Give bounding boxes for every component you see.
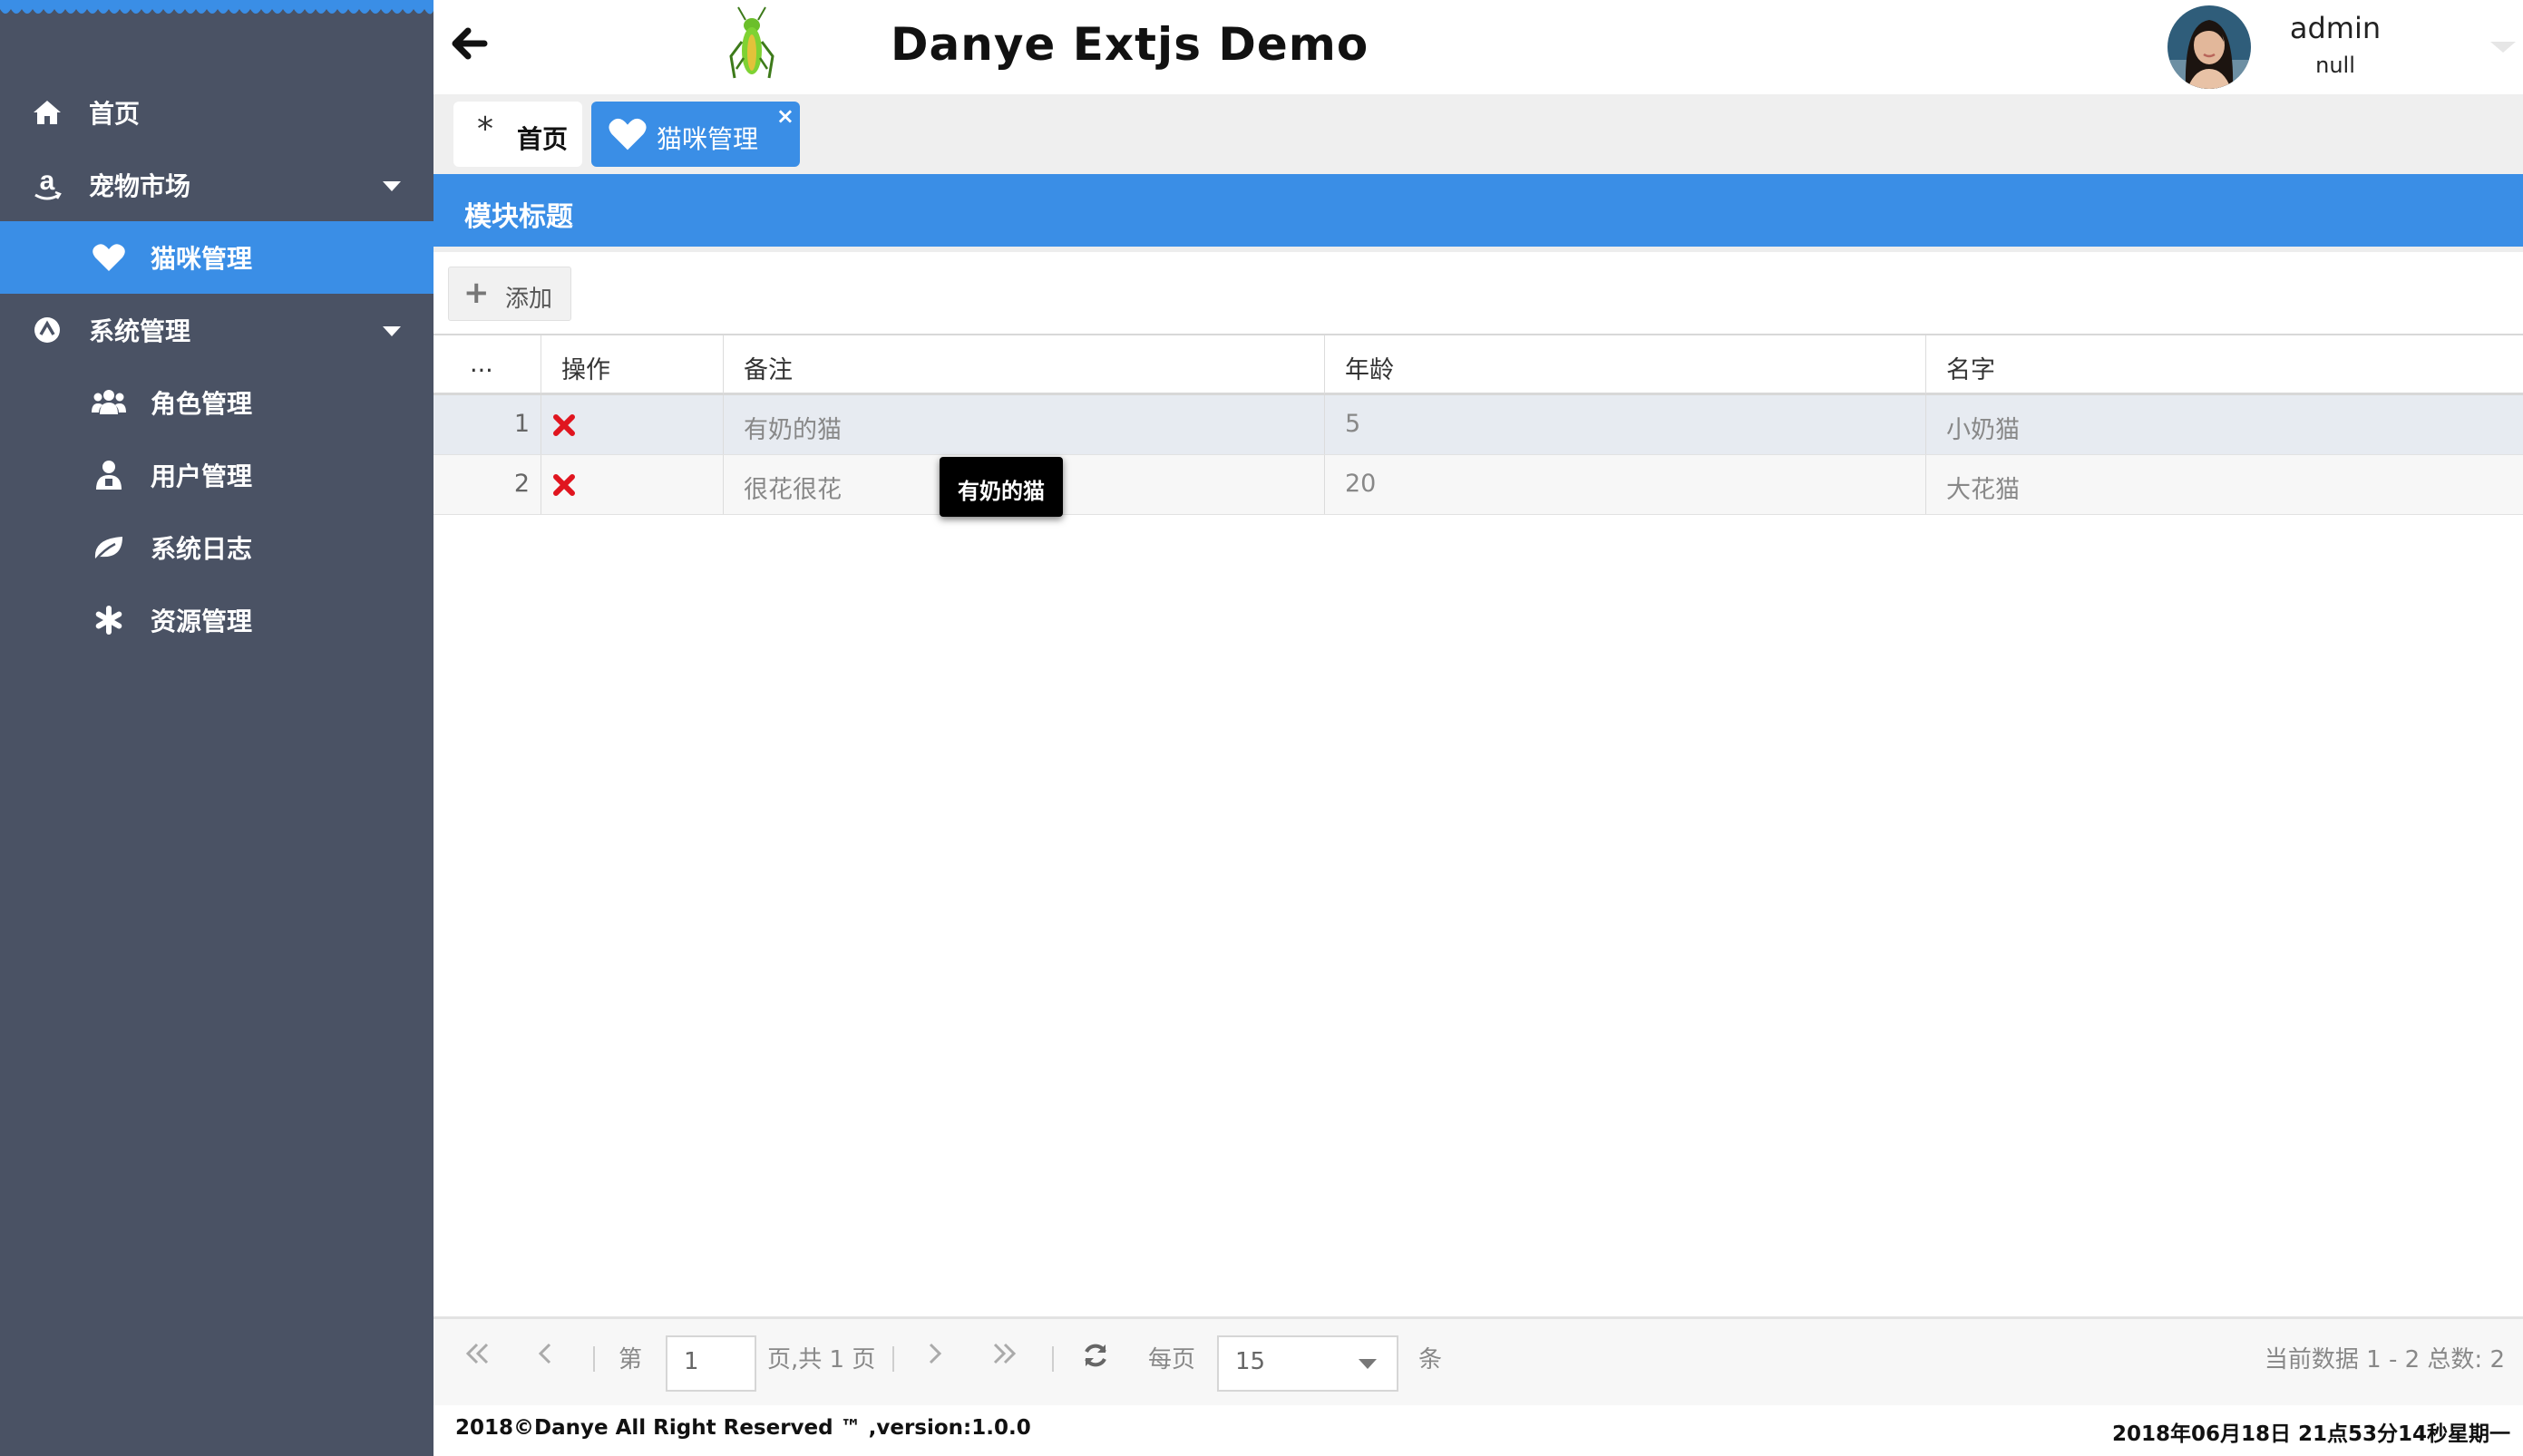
sidebar-item-role-management[interactable]: 角色管理 bbox=[0, 366, 433, 439]
chevron-down-icon[interactable] bbox=[2490, 42, 2516, 53]
users-icon bbox=[91, 384, 127, 421]
app-title: Danye Extjs Demo bbox=[891, 18, 1369, 71]
system-icon bbox=[29, 312, 65, 348]
add-button-label: 添加 bbox=[505, 286, 553, 313]
cell-name: 小奶猫 bbox=[1946, 416, 2020, 444]
datetime-text: 2018年06月18日 21点53分14秒星期一 bbox=[2111, 1422, 2510, 1446]
column-header-age[interactable]: 年龄 bbox=[1325, 335, 1926, 393]
grid-toolbar: + 添加 bbox=[433, 247, 2523, 334]
sidebar-item-system-log[interactable]: 系统日志 bbox=[0, 511, 433, 584]
sidebar-wave-decoration bbox=[0, 0, 433, 15]
leaf-icon bbox=[91, 529, 127, 566]
heart-icon bbox=[91, 239, 127, 276]
action-cell bbox=[541, 455, 724, 514]
cell-tooltip: 有奶的猫 bbox=[940, 457, 1063, 517]
table-row[interactable]: 2 很花很花 20 大花猫 bbox=[433, 455, 2523, 515]
sidebar-item-label: 系统日志 bbox=[151, 534, 253, 564]
sidebar-item-label: 宠物市场 bbox=[89, 171, 191, 201]
add-button[interactable]: + 添加 bbox=[448, 267, 571, 321]
sidebar-item-label: 猫咪管理 bbox=[151, 244, 253, 274]
sidebar-item-system-management[interactable]: 系统管理 bbox=[0, 294, 433, 366]
per-page-unit: 条 bbox=[1418, 1346, 1443, 1373]
sidebar-item-cat-management[interactable]: 猫咪管理 bbox=[0, 221, 433, 294]
action-cell bbox=[541, 395, 724, 454]
user-name[interactable]: admin bbox=[2265, 11, 2405, 45]
cell-age: 20 bbox=[1325, 455, 1926, 514]
delete-icon[interactable] bbox=[552, 413, 576, 437]
asterisk-icon bbox=[91, 602, 127, 638]
copyright-text: 2018©Danye All Right Reserved ™ ,version… bbox=[455, 1416, 1031, 1440]
column-header-actions[interactable]: 操作 bbox=[541, 335, 724, 393]
amazon-icon: a bbox=[29, 167, 65, 203]
user-avatar[interactable] bbox=[2167, 5, 2251, 89]
close-icon[interactable]: × bbox=[776, 103, 794, 129]
paging-toolbar: 第 1 页,共 1 页 每页 15 条 当前数据 1 - 2 总数: 2 bbox=[433, 1316, 2523, 1405]
top-header: Danye Extjs Demo admin null bbox=[433, 0, 2523, 94]
tab-label: 猫咪管理 bbox=[657, 124, 759, 154]
column-header-name[interactable]: 名字 bbox=[1926, 335, 2523, 393]
asterisk-icon: * bbox=[477, 111, 493, 148]
prev-page-icon[interactable] bbox=[535, 1339, 557, 1374]
tab-bar: * 首页 猫咪管理 × bbox=[433, 94, 2523, 174]
sidebar-item-home[interactable]: 首页 bbox=[0, 76, 433, 149]
row-index: 2 bbox=[433, 455, 541, 514]
back-arrow-icon[interactable] bbox=[452, 25, 492, 65]
tab-label: 首页 bbox=[517, 124, 569, 154]
cell-remark: 有奶的猫 bbox=[724, 395, 1325, 454]
page-prefix: 第 bbox=[619, 1346, 643, 1373]
separator bbox=[892, 1346, 894, 1372]
column-header-remark[interactable]: 备注 bbox=[724, 335, 1325, 393]
per-page-select[interactable]: 15 bbox=[1217, 1335, 1398, 1392]
chevron-down-icon bbox=[1359, 1359, 1377, 1369]
heart-icon bbox=[608, 116, 648, 152]
sidebar-item-resource-management[interactable]: 资源管理 bbox=[0, 584, 433, 656]
user-icon bbox=[91, 457, 127, 493]
page-number-input[interactable]: 1 bbox=[666, 1335, 756, 1392]
separator bbox=[1052, 1346, 1054, 1372]
sidebar-item-label: 用户管理 bbox=[151, 461, 253, 491]
footer: 2018©Danye All Right Reserved ™ ,version… bbox=[433, 1405, 2523, 1456]
cell-age: 5 bbox=[1325, 395, 1926, 454]
sidebar-item-label: 资源管理 bbox=[151, 607, 253, 636]
svg-text:a: a bbox=[40, 168, 55, 196]
last-page-icon[interactable] bbox=[990, 1339, 1019, 1374]
sidebar-item-label: 系统管理 bbox=[89, 316, 191, 346]
column-header-index[interactable]: ... bbox=[433, 335, 541, 393]
sidebar-item-pet-market[interactable]: a 宠物市场 bbox=[0, 149, 433, 221]
plus-icon: + bbox=[463, 275, 490, 311]
next-page-icon[interactable] bbox=[923, 1339, 945, 1374]
chevron-down-icon bbox=[383, 326, 401, 336]
refresh-icon[interactable] bbox=[1081, 1341, 1110, 1376]
chevron-down-icon bbox=[383, 181, 401, 191]
table-row[interactable]: 1 有奶的猫 5 小奶猫 bbox=[433, 395, 2523, 455]
grasshopper-logo bbox=[726, 5, 778, 87]
sidebar-item-user-management[interactable]: 用户管理 bbox=[0, 439, 433, 511]
delete-icon[interactable] bbox=[552, 473, 576, 497]
row-index: 1 bbox=[433, 395, 541, 454]
grid-header: ... 操作 备注 年龄 名字 bbox=[433, 334, 2523, 395]
home-icon bbox=[29, 94, 65, 131]
sidebar-item-label: 首页 bbox=[89, 99, 141, 129]
panel-title: 模块标题 bbox=[433, 174, 2523, 247]
page-suffix: 页,共 1 页 bbox=[767, 1346, 876, 1373]
per-page-value: 15 bbox=[1235, 1348, 1266, 1375]
cell-name: 大花猫 bbox=[1946, 476, 2020, 504]
separator bbox=[593, 1346, 595, 1372]
per-page-label: 每页 bbox=[1148, 1346, 1196, 1373]
tab-cat-management[interactable]: 猫咪管理 × bbox=[591, 102, 800, 167]
sidebar-item-label: 角色管理 bbox=[151, 389, 253, 419]
paging-summary: 当前数据 1 - 2 总数: 2 bbox=[2264, 1346, 2505, 1373]
sidebar: 首页 a 宠物市场 猫咪管理 系统管理 角色管理 用户管理 系统日志 资源管理 bbox=[0, 0, 433, 1456]
first-page-icon[interactable] bbox=[463, 1339, 492, 1374]
user-role: null bbox=[2315, 53, 2355, 78]
tab-home[interactable]: * 首页 bbox=[453, 102, 582, 167]
